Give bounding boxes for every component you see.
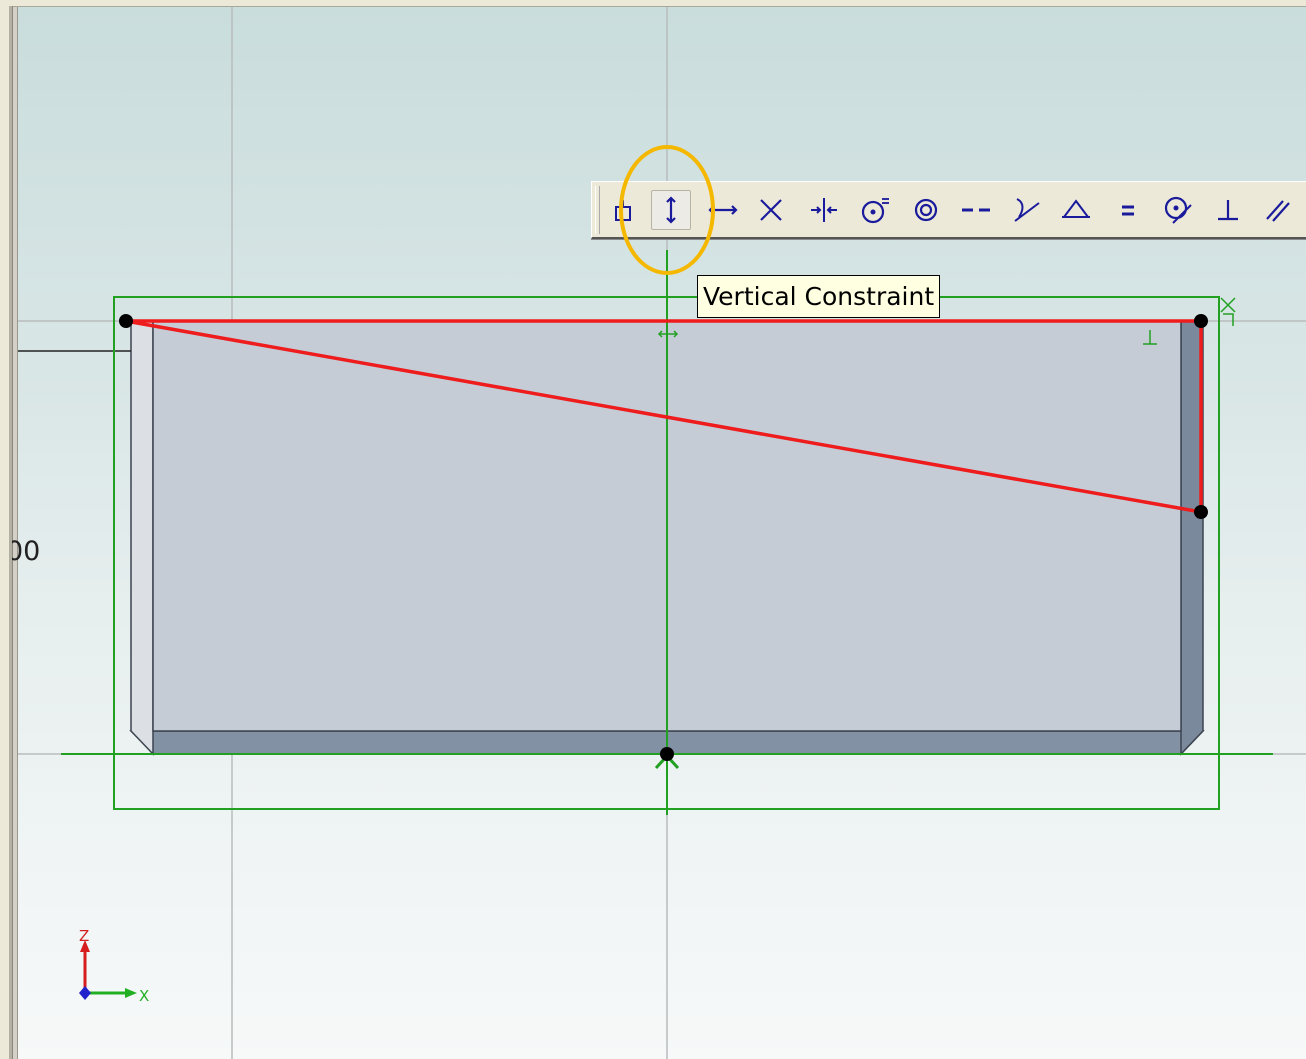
part-left-face <box>130 320 154 756</box>
point-on-circle-icon <box>1164 196 1192 224</box>
left-docked-panel[interactable] <box>0 6 13 1059</box>
equal-constraint-button[interactable] <box>1108 190 1148 230</box>
symmetric-constraint-button[interactable] <box>1056 190 1096 230</box>
tangent-constraint-button[interactable] <box>1006 190 1046 230</box>
app-window: Z X 00 Vertical Constraint <box>0 0 1306 1059</box>
concentric-arcs-constraint-button[interactable] <box>906 190 946 230</box>
dashed-line-icon <box>962 208 990 212</box>
toolbar-grip[interactable] <box>595 186 600 234</box>
axis-label-z: Z <box>79 927 89 945</box>
collinear-constraint-button[interactable] <box>956 190 996 230</box>
perpendicular-constraint-button[interactable] <box>1208 190 1248 230</box>
origin-point <box>660 747 674 761</box>
cross-icon <box>760 199 782 221</box>
endpoint-top-right <box>1194 314 1208 328</box>
tangent-icon <box>1014 198 1040 222</box>
equal-icon <box>1122 205 1134 216</box>
parallel-icon <box>1266 200 1290 222</box>
parallel-constraint-button[interactable] <box>1258 190 1298 230</box>
midpoint-icon <box>811 198 837 222</box>
concentric-constraint-button[interactable] <box>855 190 895 230</box>
perpendicular-icon <box>1218 200 1238 221</box>
on-curve-constraint-button[interactable] <box>1158 190 1198 230</box>
corner-constraint-marker <box>1220 297 1236 326</box>
concentric-equal-icon <box>861 198 889 224</box>
axis-triad: Z X <box>79 927 149 1005</box>
symmetric-icon <box>1062 199 1090 218</box>
tooltip: Vertical Constraint <box>697 275 941 318</box>
midpoint-constraint-button[interactable] <box>804 190 844 230</box>
window-top-edge <box>0 0 1306 7</box>
dimension-value[interactable]: 00 <box>12 536 56 567</box>
axis-label-x: X <box>139 987 149 1005</box>
coincident-constraint-button[interactable] <box>751 190 791 230</box>
highlight-circle <box>619 145 715 275</box>
endpoint-top-left <box>119 314 133 328</box>
concentric-icon <box>914 198 938 222</box>
endpoint-bottom-right <box>1194 505 1208 519</box>
